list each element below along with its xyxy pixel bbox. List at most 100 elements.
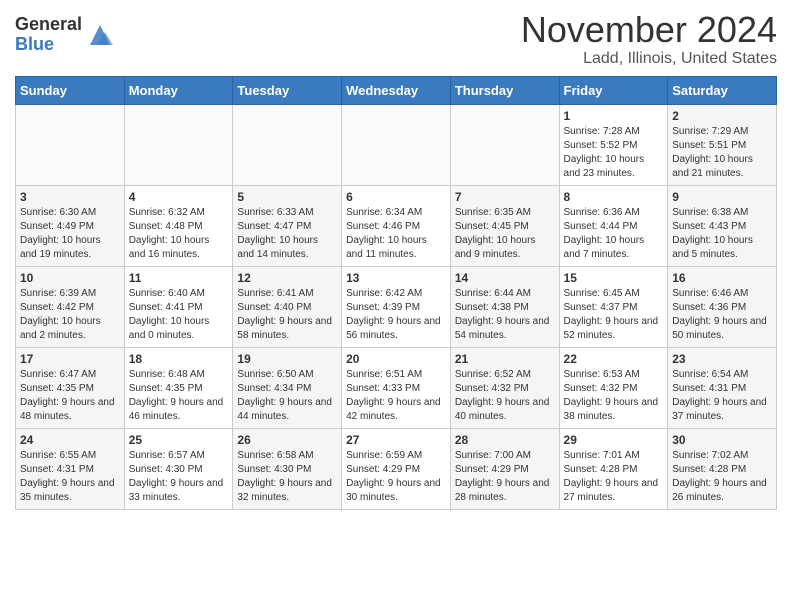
day-info: Sunrise: 6:51 AM Sunset: 4:33 PM Dayligh… [346, 368, 446, 424]
weekday-header-friday: Friday [559, 76, 668, 104]
day-cell: 17Sunrise: 6:47 AM Sunset: 4:35 PM Dayli… [16, 347, 125, 428]
title-block: November 2024 Ladd, Illinois, United Sta… [521, 10, 777, 68]
day-number: 20 [346, 352, 446, 366]
day-info: Sunrise: 7:00 AM Sunset: 4:29 PM Dayligh… [455, 449, 555, 505]
day-info: Sunrise: 7:02 AM Sunset: 4:28 PM Dayligh… [672, 449, 772, 505]
day-info: Sunrise: 6:50 AM Sunset: 4:34 PM Dayligh… [237, 368, 337, 424]
day-info: Sunrise: 7:29 AM Sunset: 5:51 PM Dayligh… [672, 125, 772, 181]
week-row-4: 24 Sunrise: 6:55 AM Sunset: 4:31 PM Dayli… [16, 428, 777, 509]
day-number: 21 [455, 352, 555, 366]
week-row-0: 1 Sunrise: 7:28 AM Sunset: 5:52 PM Daylig… [16, 104, 777, 185]
day-info: Sunrise: 6:46 AM Sunset: 4:36 PM Dayligh… [672, 287, 772, 343]
logo: General Blue [15, 15, 115, 55]
day-info: Sunrise: 7:28 AM Sunset: 5:52 PM Dayligh… [564, 125, 664, 181]
day-cell: 18Sunrise: 6:48 AM Sunset: 4:35 PM Dayli… [124, 347, 233, 428]
day-number: 6 [346, 190, 446, 204]
day-cell: 29 Sunrise: 7:01 AM Sunset: 4:28 PM Dayli… [559, 428, 668, 509]
day-info: Sunrise: 6:33 AM Sunset: 4:47 PM Dayligh… [237, 206, 337, 262]
day-info: Sunrise: 6:35 AM Sunset: 4:45 PM Dayligh… [455, 206, 555, 262]
day-info: Sunrise: 6:54 AM Sunset: 4:31 PM Dayligh… [672, 368, 772, 424]
day-cell: 4 Sunrise: 6:32 AM Sunset: 4:48 PM Daylig… [124, 185, 233, 266]
day-cell: 11Sunrise: 6:40 AM Sunset: 4:41 PM Dayli… [124, 266, 233, 347]
day-number: 16 [672, 271, 772, 285]
week-row-2: 10Sunrise: 6:39 AM Sunset: 4:42 PM Dayli… [16, 266, 777, 347]
header-row: SundayMondayTuesdayWednesdayThursdayFrid… [16, 76, 777, 104]
day-info: Sunrise: 6:30 AM Sunset: 4:49 PM Dayligh… [20, 206, 120, 262]
day-cell: 10Sunrise: 6:39 AM Sunset: 4:42 PM Dayli… [16, 266, 125, 347]
day-number: 26 [237, 433, 337, 447]
day-info: Sunrise: 6:42 AM Sunset: 4:39 PM Dayligh… [346, 287, 446, 343]
weekday-header-thursday: Thursday [450, 76, 559, 104]
day-number: 29 [564, 433, 664, 447]
day-cell: 27 Sunrise: 6:59 AM Sunset: 4:29 PM Dayli… [342, 428, 451, 509]
day-info: Sunrise: 6:34 AM Sunset: 4:46 PM Dayligh… [346, 206, 446, 262]
day-number: 9 [672, 190, 772, 204]
day-number: 4 [129, 190, 229, 204]
day-cell: 26 Sunrise: 6:58 AM Sunset: 4:30 PM Dayli… [233, 428, 342, 509]
day-number: 1 [564, 109, 664, 123]
day-cell: 3 Sunrise: 6:30 AM Sunset: 4:49 PM Daylig… [16, 185, 125, 266]
day-info: Sunrise: 6:59 AM Sunset: 4:29 PM Dayligh… [346, 449, 446, 505]
day-info: Sunrise: 6:47 AM Sunset: 4:35 PM Dayligh… [20, 368, 120, 424]
weekday-header-sunday: Sunday [16, 76, 125, 104]
day-cell: 24 Sunrise: 6:55 AM Sunset: 4:31 PM Dayli… [16, 428, 125, 509]
day-number: 8 [564, 190, 664, 204]
day-cell: 9Sunrise: 6:38 AM Sunset: 4:43 PM Daylig… [668, 185, 777, 266]
day-cell: 13 Sunrise: 6:42 AM Sunset: 4:39 PM Dayli… [342, 266, 451, 347]
weekday-header-monday: Monday [124, 76, 233, 104]
day-number: 14 [455, 271, 555, 285]
day-cell: 7Sunrise: 6:35 AM Sunset: 4:45 PM Daylig… [450, 185, 559, 266]
day-cell: 1 Sunrise: 7:28 AM Sunset: 5:52 PM Daylig… [559, 104, 668, 185]
day-number: 22 [564, 352, 664, 366]
day-info: Sunrise: 6:41 AM Sunset: 4:40 PM Dayligh… [237, 287, 337, 343]
day-cell: 25Sunrise: 6:57 AM Sunset: 4:30 PM Dayli… [124, 428, 233, 509]
day-cell: 19 Sunrise: 6:50 AM Sunset: 4:34 PM Dayli… [233, 347, 342, 428]
header: General Blue November 2024 Ladd, Illinoi… [15, 10, 777, 68]
main-container: General Blue November 2024 Ladd, Illinoi… [0, 0, 792, 520]
day-info: Sunrise: 6:45 AM Sunset: 4:37 PM Dayligh… [564, 287, 664, 343]
day-cell: 30Sunrise: 7:02 AM Sunset: 4:28 PM Dayli… [668, 428, 777, 509]
day-cell: 20 Sunrise: 6:51 AM Sunset: 4:33 PM Dayli… [342, 347, 451, 428]
day-cell [16, 104, 125, 185]
day-number: 19 [237, 352, 337, 366]
day-info: Sunrise: 6:55 AM Sunset: 4:31 PM Dayligh… [20, 449, 120, 505]
weekday-header-tuesday: Tuesday [233, 76, 342, 104]
day-info: Sunrise: 6:52 AM Sunset: 4:32 PM Dayligh… [455, 368, 555, 424]
day-cell [450, 104, 559, 185]
day-cell: 8Sunrise: 6:36 AM Sunset: 4:44 PM Daylig… [559, 185, 668, 266]
week-row-3: 17Sunrise: 6:47 AM Sunset: 4:35 PM Dayli… [16, 347, 777, 428]
day-number: 10 [20, 271, 120, 285]
day-number: 3 [20, 190, 120, 204]
day-cell: 5 Sunrise: 6:33 AM Sunset: 4:47 PM Daylig… [233, 185, 342, 266]
day-info: Sunrise: 6:40 AM Sunset: 4:41 PM Dayligh… [129, 287, 229, 343]
day-number: 13 [346, 271, 446, 285]
month-title: November 2024 [521, 10, 777, 50]
day-cell: 16 Sunrise: 6:46 AM Sunset: 4:36 PM Dayli… [668, 266, 777, 347]
day-cell: 6 Sunrise: 6:34 AM Sunset: 4:46 PM Daylig… [342, 185, 451, 266]
calendar-table: SundayMondayTuesdayWednesdayThursdayFrid… [15, 76, 777, 510]
day-number: 27 [346, 433, 446, 447]
day-cell: 2Sunrise: 7:29 AM Sunset: 5:51 PM Daylig… [668, 104, 777, 185]
day-info: Sunrise: 6:53 AM Sunset: 4:32 PM Dayligh… [564, 368, 664, 424]
day-cell: 12 Sunrise: 6:41 AM Sunset: 4:40 PM Dayli… [233, 266, 342, 347]
day-info: Sunrise: 6:32 AM Sunset: 4:48 PM Dayligh… [129, 206, 229, 262]
day-info: Sunrise: 6:58 AM Sunset: 4:30 PM Dayligh… [237, 449, 337, 505]
day-number: 24 [20, 433, 120, 447]
weekday-header-saturday: Saturday [668, 76, 777, 104]
day-number: 25 [129, 433, 229, 447]
day-cell [233, 104, 342, 185]
day-number: 15 [564, 271, 664, 285]
day-number: 12 [237, 271, 337, 285]
logo-blue-text: Blue [15, 35, 82, 55]
day-number: 28 [455, 433, 555, 447]
week-row-1: 3 Sunrise: 6:30 AM Sunset: 4:49 PM Daylig… [16, 185, 777, 266]
location: Ladd, Illinois, United States [521, 50, 777, 68]
day-cell [124, 104, 233, 185]
day-number: 23 [672, 352, 772, 366]
day-cell: 28 Sunrise: 7:00 AM Sunset: 4:29 PM Dayli… [450, 428, 559, 509]
day-info: Sunrise: 7:01 AM Sunset: 4:28 PM Dayligh… [564, 449, 664, 505]
day-info: Sunrise: 6:44 AM Sunset: 4:38 PM Dayligh… [455, 287, 555, 343]
day-number: 18 [129, 352, 229, 366]
day-number: 5 [237, 190, 337, 204]
day-cell [342, 104, 451, 185]
